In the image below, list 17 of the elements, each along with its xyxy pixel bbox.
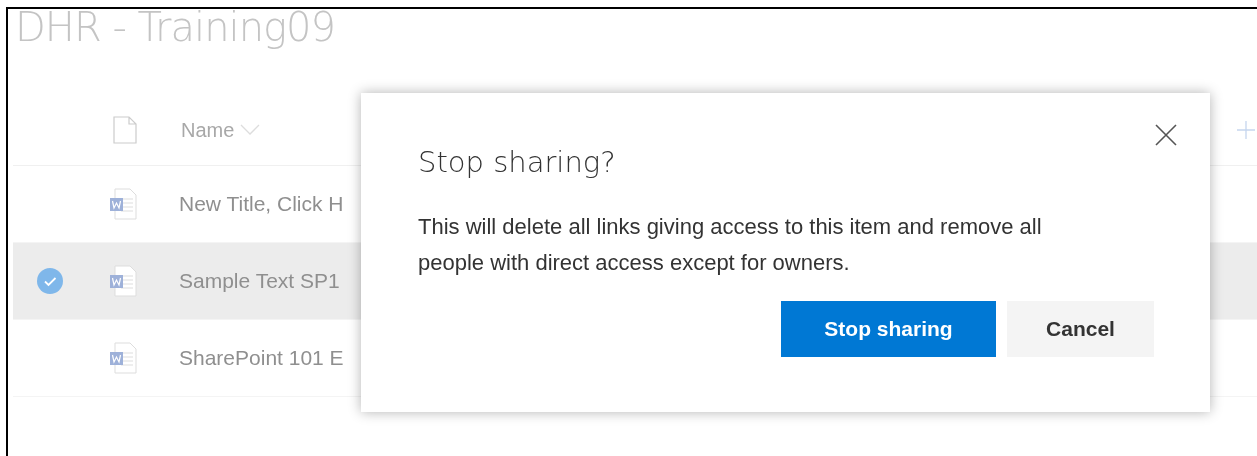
file-name[interactable]: Sample Text SP1 — [179, 269, 340, 293]
add-column-icon[interactable] — [1237, 121, 1255, 139]
file-name[interactable]: SharePoint 101 E — [179, 346, 344, 370]
stop-sharing-button[interactable]: Stop sharing — [781, 301, 996, 357]
dialog-message: This will delete all links giving access to this item and remove all people with direct access except for owners. — [418, 213, 1043, 277]
word-document-icon — [109, 265, 137, 297]
close-icon[interactable] — [1155, 124, 1177, 146]
site-title: DHR - Training09 — [15, 9, 336, 51]
file-name[interactable]: New Title, Click H — [179, 192, 344, 216]
chevron-down-icon[interactable] — [240, 124, 261, 136]
word-document-icon — [109, 342, 137, 374]
checkmark-circle-icon[interactable] — [37, 268, 63, 294]
word-document-icon — [109, 188, 137, 220]
cancel-button[interactable]: Cancel — [1007, 301, 1154, 357]
dialog-title: Stop sharing? — [418, 145, 617, 179]
file-icon — [113, 116, 137, 144]
name-column-header[interactable]: Name — [181, 118, 235, 142]
